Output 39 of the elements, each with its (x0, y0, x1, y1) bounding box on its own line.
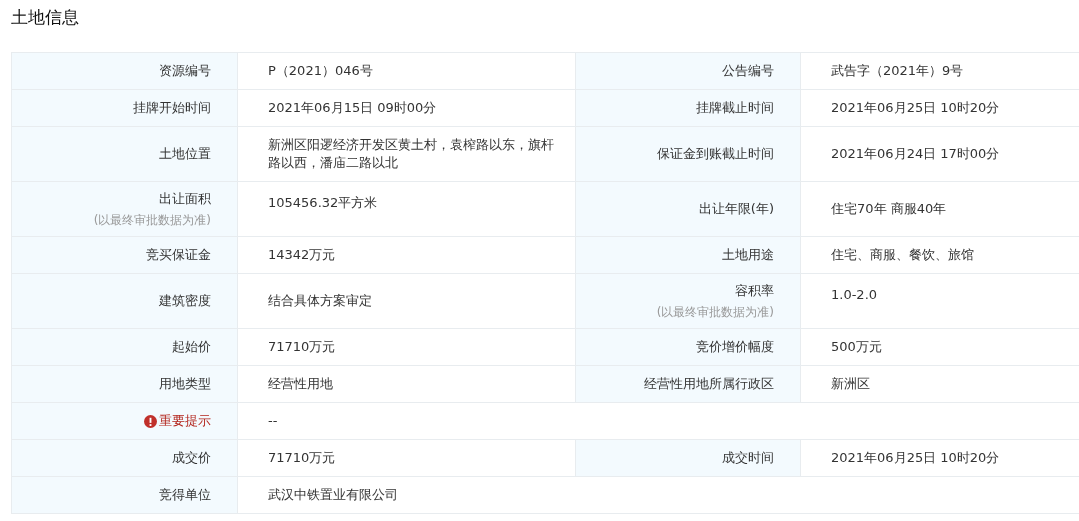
section-title: 土地信息 (10, 6, 80, 29)
field-label: 成交价 (172, 449, 211, 467)
field-note: (以最终审批数据为准) (656, 304, 774, 320)
field-label: 土地用途 (722, 246, 774, 264)
field-label: 资源编号 (159, 62, 211, 80)
value-cell: 1.0-2.0 (801, 274, 1079, 329)
field-label: 保证金到账截止时间 (657, 145, 774, 163)
value-cell: 14342万元 (238, 237, 576, 274)
field-label: 挂牌开始时间 (133, 99, 211, 117)
field-label: 建筑密度 (159, 292, 211, 310)
value-cell: 武告字（2021年）9号 (801, 53, 1079, 90)
field-label: 出让面积 (159, 190, 211, 208)
value-cell: 71710万元 (238, 329, 576, 366)
value-cell: 2021年06月25日 10时20分 (801, 440, 1079, 477)
field-label: 公告编号 (722, 62, 774, 80)
field-label: 竞得单位 (159, 486, 211, 504)
value-cell: 500万元 (801, 329, 1079, 366)
value-cell: 住宅70年 商服40年 (801, 182, 1079, 237)
field-label: 容积率 (735, 282, 774, 300)
field-label: 土地位置 (159, 145, 211, 163)
value-cell: 2021年06月25日 10时20分 (801, 90, 1079, 127)
field-label: 成交时间 (722, 449, 774, 467)
value-cell: 71710万元 (238, 440, 576, 477)
field-label: 出让年限(年) (698, 200, 774, 218)
field-label: 竞买保证金 (146, 246, 211, 264)
field-label: 起始价 (172, 338, 211, 356)
field-note: (以最终审批数据为准) (93, 212, 211, 228)
field-label: 重要提示 (159, 412, 211, 430)
field-label: 经营性用地所属行政区 (644, 375, 774, 393)
value-cell: 2021年06月24日 17时00分 (801, 127, 1079, 182)
value-cell: 武汉中铁置业有限公司 (238, 477, 1079, 514)
value-cell: 新洲区 (801, 366, 1079, 403)
field-label: 竞价增价幅度 (696, 338, 774, 356)
value-cell: 2021年06月15日 09时00分 (238, 90, 576, 127)
field-label: 用地类型 (159, 375, 211, 393)
value-cell: 经营性用地 (238, 366, 576, 403)
field-label: 挂牌截止时间 (696, 99, 774, 117)
value-cell: P（2021）046号 (238, 53, 576, 90)
value-cell: 住宅、商服、餐饮、旅馆 (801, 237, 1079, 274)
